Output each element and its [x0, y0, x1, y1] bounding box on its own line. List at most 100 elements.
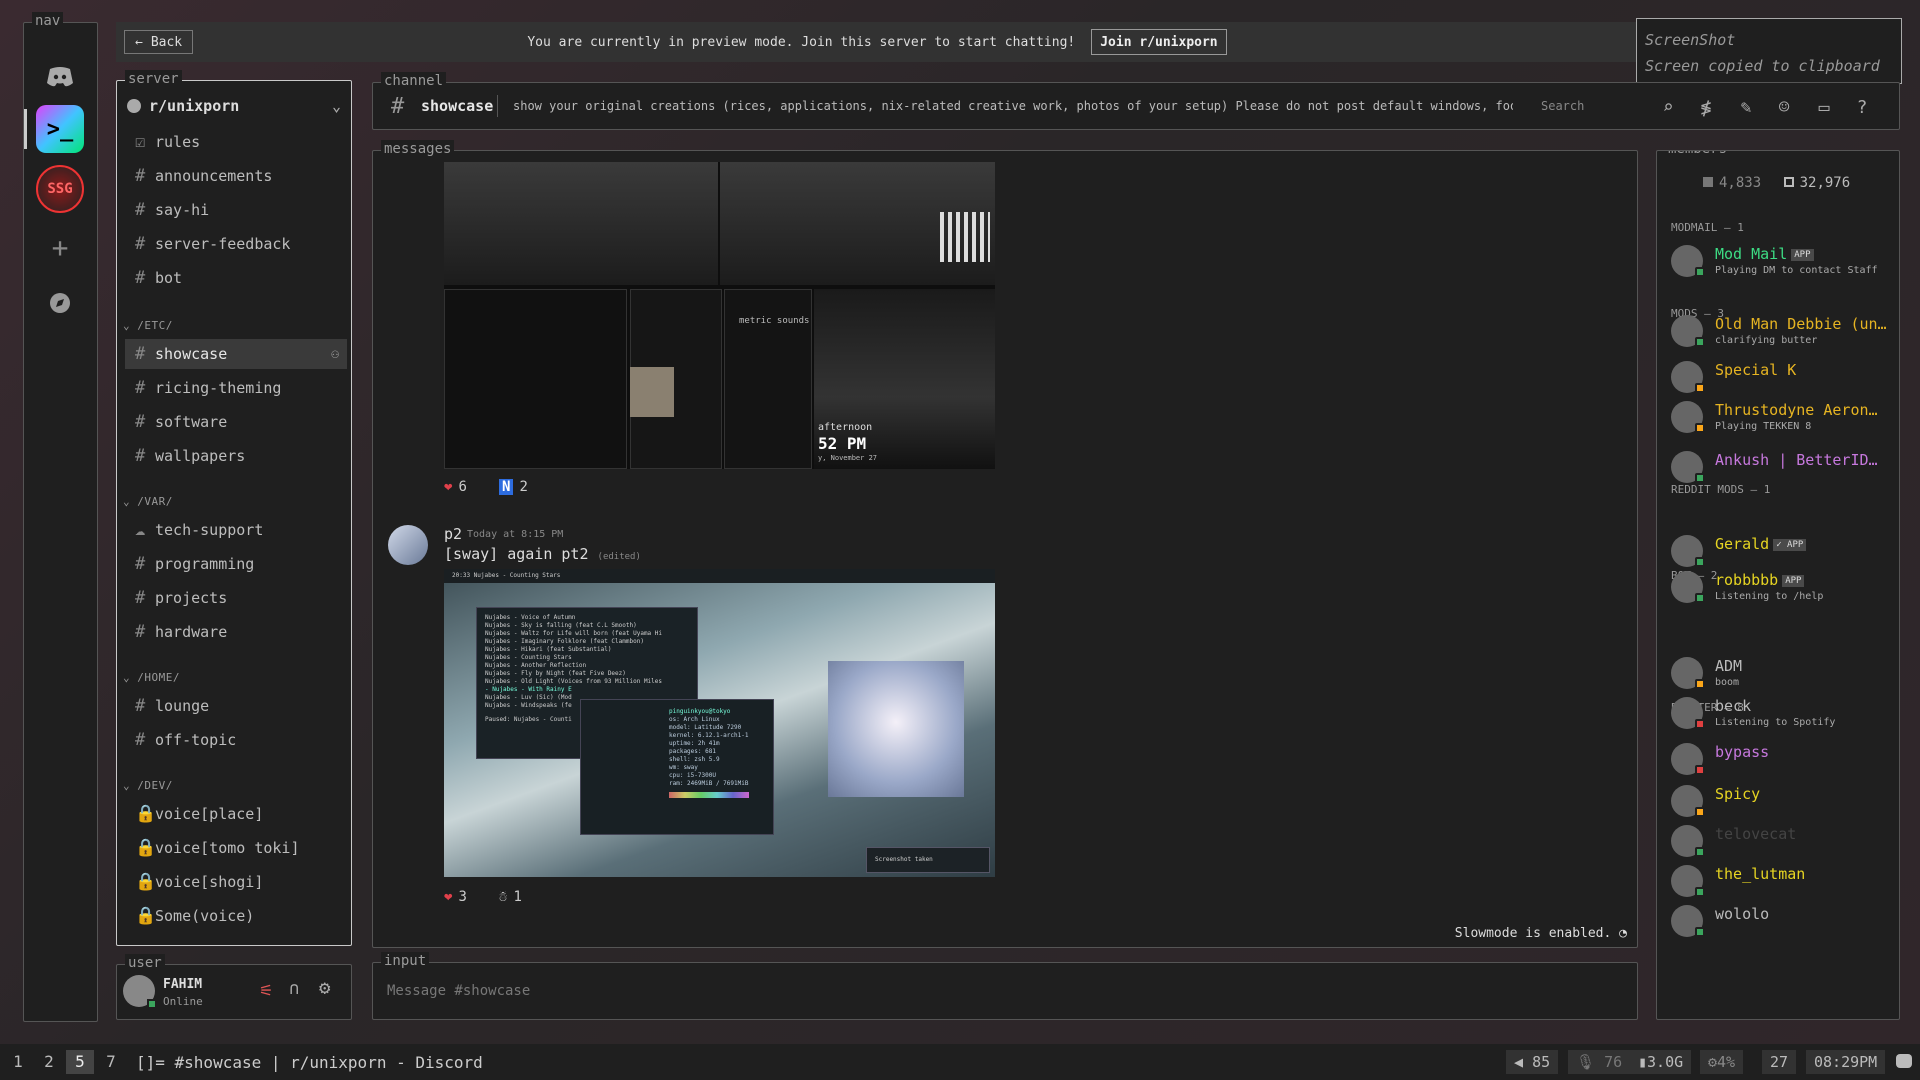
- discord-home-icon[interactable]: [36, 53, 84, 101]
- channel-label: lounge: [155, 697, 210, 715]
- channel-label: rules: [155, 133, 201, 151]
- channel-item-voice-place-[interactable]: 🔒 voice[place]: [125, 799, 347, 829]
- total-icon: [1783, 177, 1794, 187]
- presence-dot: [1695, 887, 1705, 897]
- post-author[interactable]: p2: [444, 525, 462, 543]
- image2-neofetch-window: pinguinkyou@tokyo os: Arch Linux model: …: [580, 699, 774, 835]
- reaction-heart-2[interactable]: ❤ 3: [444, 885, 467, 909]
- search-input[interactable]: Search: [1541, 99, 1651, 113]
- hash-icon: #: [135, 268, 146, 288]
- mic-muted-icon[interactable]: ⚟: [259, 981, 273, 1000]
- track-item: - Nujabes - With Rainy E: [485, 686, 572, 693]
- member-item[interactable]: the_lutman: [1671, 863, 1893, 903]
- workspace-1[interactable]: 1: [4, 1050, 32, 1074]
- channel-item-off-topic[interactable]: # off-topic: [125, 725, 347, 755]
- workspace-5[interactable]: 5: [66, 1050, 94, 1074]
- explore-icon[interactable]: [36, 279, 84, 327]
- join-server-button[interactable]: Join r/unixporn: [1091, 29, 1227, 55]
- member-item[interactable]: beck Listening to Spotify: [1671, 695, 1893, 735]
- channel-item-bot[interactable]: # bot: [125, 263, 347, 293]
- category-dev[interactable]: ⌄ /DEV/: [123, 779, 173, 792]
- member-item[interactable]: wololo: [1671, 903, 1893, 943]
- member-item[interactable]: Thrustodyne Aeron… Playing TEKKEN 8: [1671, 399, 1893, 439]
- channel-item-server-feedback[interactable]: # server-feedback: [125, 229, 347, 259]
- search-icon[interactable]: ⌕: [1657, 97, 1679, 119]
- reaction-heart[interactable]: ❤ 6: [444, 475, 467, 499]
- channel-item-voice-shogi-[interactable]: 🔒 voice[shogi]: [125, 867, 347, 897]
- category-home[interactable]: ⌄ /HOME/: [123, 671, 180, 684]
- channel-item-programming[interactable]: # programming: [125, 549, 347, 579]
- member-item[interactable]: Mod Mail APP Playing DM to contact Staff: [1671, 243, 1893, 283]
- member-item[interactable]: robbbbb APP Listening to /help: [1671, 569, 1893, 609]
- channel-item-tech-support[interactable]: ☁ tech-support: [125, 515, 347, 545]
- channel-item-say-hi[interactable]: # say-hi: [125, 195, 347, 225]
- member-name-text: Ankush | BetterID…: [1715, 451, 1878, 469]
- member-item[interactable]: ADM boom: [1671, 655, 1893, 695]
- member-name: Spicy: [1715, 785, 1760, 803]
- reaction-custom[interactable]: ☃ 1: [499, 885, 522, 909]
- tray-discord-icon[interactable]: [1896, 1054, 1912, 1068]
- attachment-image-1[interactable]: metric sounds afternoon 52 PM y, Novembe…: [444, 162, 995, 469]
- workspace-7[interactable]: 7: [97, 1050, 125, 1074]
- hash-icon: #: [135, 378, 146, 398]
- notification-text: Screen copied to clipboard: [1645, 57, 1880, 75]
- member-name-text: Special K: [1715, 361, 1797, 379]
- presence-dot: [1695, 765, 1705, 775]
- post-avatar[interactable]: [388, 525, 428, 565]
- channel-topic[interactable]: show your original creations (rices, app…: [513, 99, 1513, 113]
- member-list-icon[interactable]: ☺: [1773, 97, 1795, 119]
- unixporn-server-icon[interactable]: >_: [36, 105, 84, 153]
- member-item[interactable]: Special K: [1671, 359, 1893, 399]
- ssg-server-icon[interactable]: SSG: [36, 165, 84, 213]
- reaction-count: 1: [513, 889, 522, 905]
- add-server-icon[interactable]: +: [36, 223, 84, 271]
- channel-item-wallpapers[interactable]: # wallpapers: [125, 441, 347, 471]
- mic-indicator[interactable]: 🎙 76: [1568, 1050, 1631, 1074]
- pin-icon[interactable]: ✎: [1735, 97, 1757, 119]
- settings-gear-icon[interactable]: ⚙: [319, 977, 330, 999]
- threads-icon[interactable]: ≸: [1695, 97, 1717, 119]
- track-item: Nujabes - Fly by Night (feat Five Deez): [485, 670, 626, 677]
- category-var[interactable]: ⌄ /VAR/: [123, 495, 173, 508]
- preview-banner: ← Back You are currently in preview mode.…: [116, 22, 1638, 62]
- reaction-n[interactable]: N2: [499, 475, 528, 499]
- volume-indicator[interactable]: ◀ 85: [1506, 1050, 1559, 1074]
- invite-icon[interactable]: ⚇: [331, 347, 339, 362]
- headphones-icon[interactable]: ∩: [289, 979, 299, 999]
- member-item[interactable]: bypass: [1671, 741, 1893, 781]
- inbox-icon[interactable]: ▭: [1813, 97, 1835, 119]
- user-status: Online: [163, 995, 203, 1008]
- channel-item-projects[interactable]: # projects: [125, 583, 347, 613]
- channel-item-ricing-theming[interactable]: # ricing-theming: [125, 373, 347, 403]
- member-item[interactable]: Spicy: [1671, 783, 1893, 823]
- system-statusbar: 1257 []= #showcase | r/unixporn - Discor…: [0, 1044, 1920, 1080]
- forum-icon: ☁: [135, 520, 146, 540]
- channel-item-some-voice-[interactable]: 🔒 Some(voice): [125, 901, 347, 931]
- attachment-image-2[interactable]: 20:33 Nujabes - Counting Stars Nujabes -…: [444, 569, 995, 877]
- server-header[interactable]: r/unixporn ⌄: [127, 91, 341, 121]
- cpu-value: 4%: [1717, 1053, 1736, 1071]
- member-name: robbbbb APP: [1715, 571, 1805, 589]
- message-input[interactable]: Message #showcase: [387, 983, 1617, 999]
- channel-item-lounge[interactable]: # lounge: [125, 691, 347, 721]
- track-item: Nujabes - Counting Stars: [485, 654, 572, 661]
- member-item[interactable]: Gerald ✓ APP: [1671, 533, 1893, 573]
- member-item[interactable]: Ankush | BetterID…: [1671, 449, 1893, 489]
- reaction-count: 6: [458, 479, 467, 495]
- member-name-text: Gerald: [1715, 535, 1770, 553]
- back-button[interactable]: ← Back: [124, 30, 194, 54]
- channel-item-software[interactable]: # software: [125, 407, 347, 437]
- category-etc[interactable]: ⌄ /ETC/: [123, 319, 173, 332]
- member-item[interactable]: telovecat: [1671, 823, 1893, 863]
- member-item[interactable]: Old Man Debbie (un… clarifying butter: [1671, 313, 1893, 353]
- channel-item-rules[interactable]: ☑ rules: [125, 127, 347, 157]
- post-body: [sway] again pt2: [444, 545, 589, 563]
- channel-item-hardware[interactable]: # hardware: [125, 617, 347, 647]
- workspace-2[interactable]: 2: [35, 1050, 63, 1074]
- neofetch-kernel: kernel: 6.12.1-arch1-1: [669, 732, 749, 739]
- presence-dot: [1695, 337, 1705, 347]
- channel-item-voice-tomo-toki-[interactable]: 🔒 voice[tomo toki]: [125, 833, 347, 863]
- help-icon[interactable]: ?: [1851, 97, 1873, 119]
- channel-item-announcements[interactable]: # announcements: [125, 161, 347, 191]
- channel-item-showcase[interactable]: # showcase ⚇: [125, 339, 347, 369]
